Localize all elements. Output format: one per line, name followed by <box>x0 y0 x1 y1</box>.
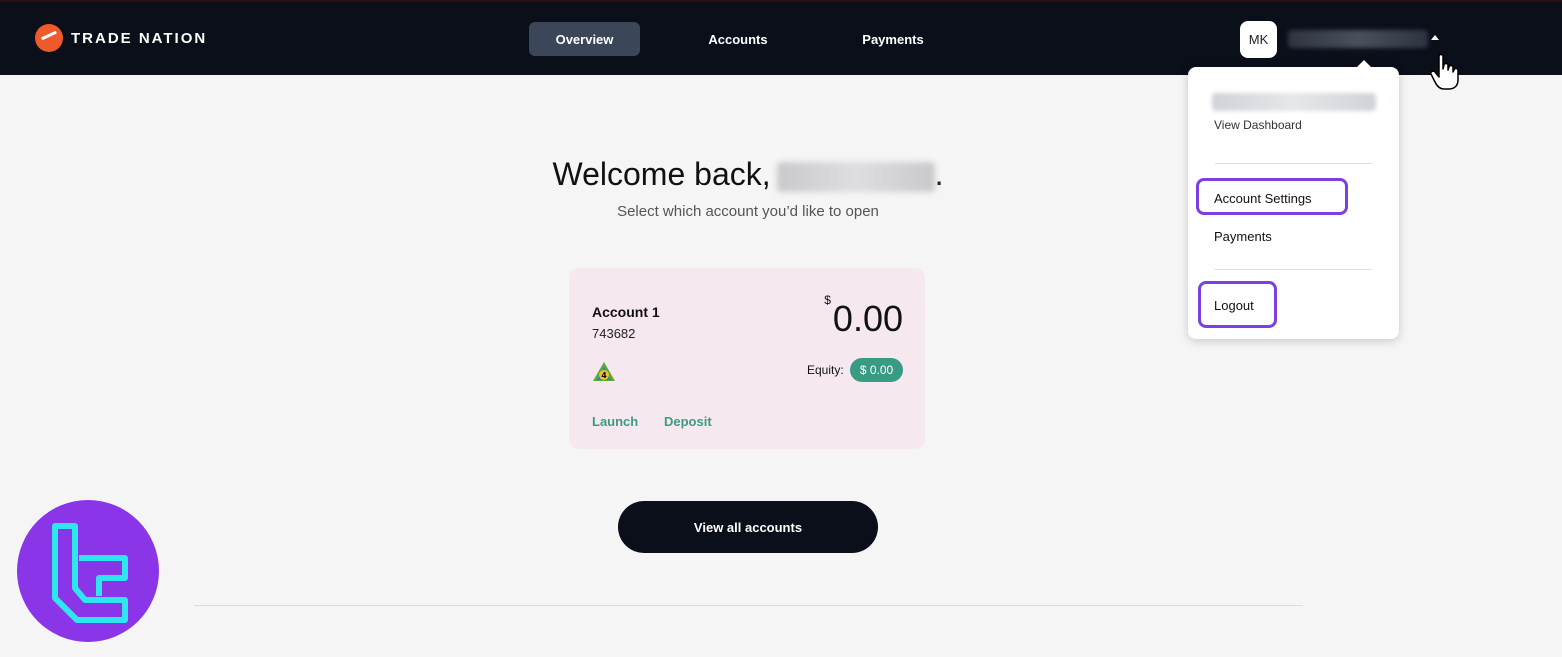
divider <box>1215 269 1372 270</box>
dropdown-user-name-redacted <box>1212 93 1376 111</box>
page-subtitle: Select which account you’d like to open <box>617 203 879 220</box>
equity-label: Equity: <box>807 363 844 377</box>
hand-pointer-icon <box>1430 53 1459 90</box>
equity-badge: $ 0.00 <box>850 358 903 382</box>
trade-nation-logo-icon <box>35 24 63 52</box>
view-dashboard-link[interactable]: View Dashboard <box>1214 118 1302 132</box>
brand-logo[interactable]: TRADE NATION <box>35 24 207 52</box>
view-all-accounts-button[interactable]: View all accounts <box>618 501 878 553</box>
nav-overview[interactable]: Overview <box>529 22 640 56</box>
avatar[interactable]: MK <box>1240 21 1277 58</box>
deposit-link[interactable]: Deposit <box>664 414 712 429</box>
balance-value: 0.00 <box>832 298 903 339</box>
account-name: Account 1 <box>592 304 660 320</box>
logout-item[interactable]: Logout <box>1214 298 1254 313</box>
launch-link[interactable]: Launch <box>592 414 638 429</box>
payments-item[interactable]: Payments <box>1214 229 1272 244</box>
welcome-text: Welcome back, <box>552 156 771 192</box>
account-card[interactable]: Account 1 743682 $0.00 4 Equity: $ 0.00 … <box>569 268 925 449</box>
currency-symbol: $ <box>824 293 831 307</box>
caret-up-icon[interactable] <box>1431 35 1439 40</box>
brand-name: TRADE NATION <box>71 29 208 47</box>
welcome-suffix: . <box>934 156 944 192</box>
divider <box>194 605 1303 606</box>
account-number: 743682 <box>592 326 636 341</box>
account-balance: $0.00 <box>824 293 903 340</box>
nav-payments[interactable]: Payments <box>842 22 944 56</box>
page-title: Welcome back,. <box>0 156 1496 193</box>
top-navbar: TRADE NATION Overview Accounts Payments … <box>0 0 1562 75</box>
user-first-name-redacted <box>776 161 935 192</box>
nav-accounts[interactable]: Accounts <box>688 22 788 56</box>
watermark-badge <box>17 500 159 642</box>
tc-logo-icon <box>52 523 128 623</box>
svg-text:4: 4 <box>601 371 607 380</box>
mt4-icon: 4 <box>593 362 615 381</box>
user-name-redacted[interactable] <box>1288 30 1428 48</box>
